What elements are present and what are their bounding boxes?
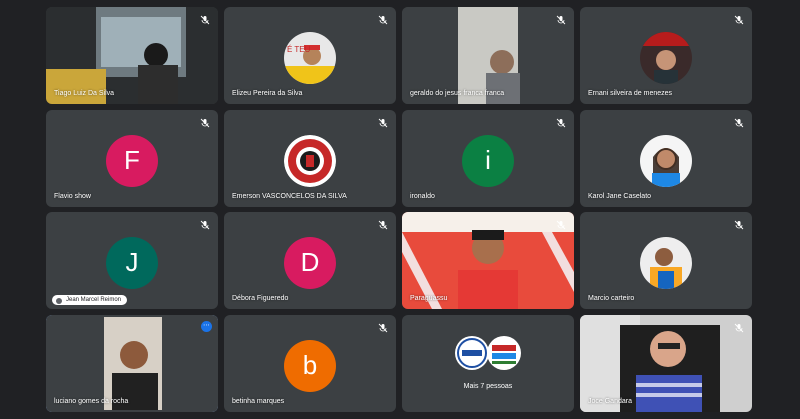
participant-tile[interactable]: J Jean Marcel Reimon [46,212,218,309]
participant-tile[interactable]: Tiago Luiz Da Silva [46,7,218,104]
mic-off-icon [734,15,744,25]
mic-off-icon [378,15,388,25]
participant-name: Débora Figueredo [232,295,289,302]
participant-initial-avatar: i [462,134,514,187]
pin-icon [56,298,62,304]
participant-avatars-group [455,336,521,370]
participant-initial-avatar: D [284,236,336,289]
participant-name: Emerson VASCONCELOS DA SILVA [232,193,347,200]
participant-name: Joce Gandara [588,398,632,405]
pinned-chip[interactable]: Jean Marcel Reimon [52,295,128,305]
more-options-button[interactable]: ⋯ [201,321,212,332]
mic-off-icon [556,118,566,128]
participant-avatar [284,134,336,187]
participant-name: luciano gomes da rocha [54,398,129,405]
participant-tile[interactable]: É TEU Elizeu Pereira da Silva [224,7,396,104]
participant-tile[interactable]: D Débora Figueredo [224,212,396,309]
participant-avatar: É TEU [284,31,336,84]
participant-avatar [640,134,692,187]
participant-tile[interactable]: Paraguassu [402,212,574,309]
more-people-tile[interactable]: Mais 7 pessoas [402,315,574,412]
participant-name: Jean Marcel Reimon [66,297,122,303]
participant-name: Marcio carteiro [588,295,635,302]
participant-tile[interactable]: Ernani silveira de menezes [580,7,752,104]
participant-name: Ernani silveira de menezes [588,90,673,97]
participant-avatar [640,236,692,289]
participant-tile[interactable]: F Flavio show [46,110,218,207]
mic-off-icon [378,323,388,333]
mic-off-icon [200,15,210,25]
participant-tile[interactable]: Karol Jane Caselato [580,110,752,207]
participant-initial-avatar: b [284,339,336,392]
participant-avatar [640,31,692,84]
participant-name: Flavio show [54,193,91,200]
mic-off-icon [734,220,744,230]
participant-initial-avatar: J [106,236,158,289]
participant-name: Paraguassu [410,295,448,302]
mic-off-icon [200,220,210,230]
participant-name: Karol Jane Caselato [588,193,652,200]
participant-tile[interactable]: Joce Gandara [580,315,752,412]
mic-off-icon [556,220,566,230]
participant-name: betinha marques [232,398,285,405]
mic-off-icon [734,323,744,333]
participant-initial-avatar: F [106,134,158,187]
participant-name: geraldo do jesus franca franca [410,90,505,97]
svg-text:É TEU: É TEU [287,45,311,54]
participant-tile-active[interactable]: luciano gomes da rocha ⋯ [46,315,218,412]
mic-off-icon [556,15,566,25]
mic-off-icon [378,118,388,128]
mic-off-icon [378,220,388,230]
participant-name: ironaldo [410,193,435,200]
participant-tile[interactable]: b betinha marques [224,315,396,412]
more-people-label: Mais 7 pessoas [463,383,513,390]
participant-tile[interactable]: geraldo do jesus franca franca [402,7,574,104]
participant-tile[interactable]: Emerson VASCONCELOS DA SILVA [224,110,396,207]
mic-off-icon [734,118,744,128]
participant-tile[interactable]: i ironaldo [402,110,574,207]
participant-tile[interactable]: Marcio carteiro [580,212,752,309]
mic-off-icon [200,118,210,128]
participant-name: Elizeu Pereira da Silva [232,90,303,97]
participant-name: Tiago Luiz Da Silva [54,90,115,97]
